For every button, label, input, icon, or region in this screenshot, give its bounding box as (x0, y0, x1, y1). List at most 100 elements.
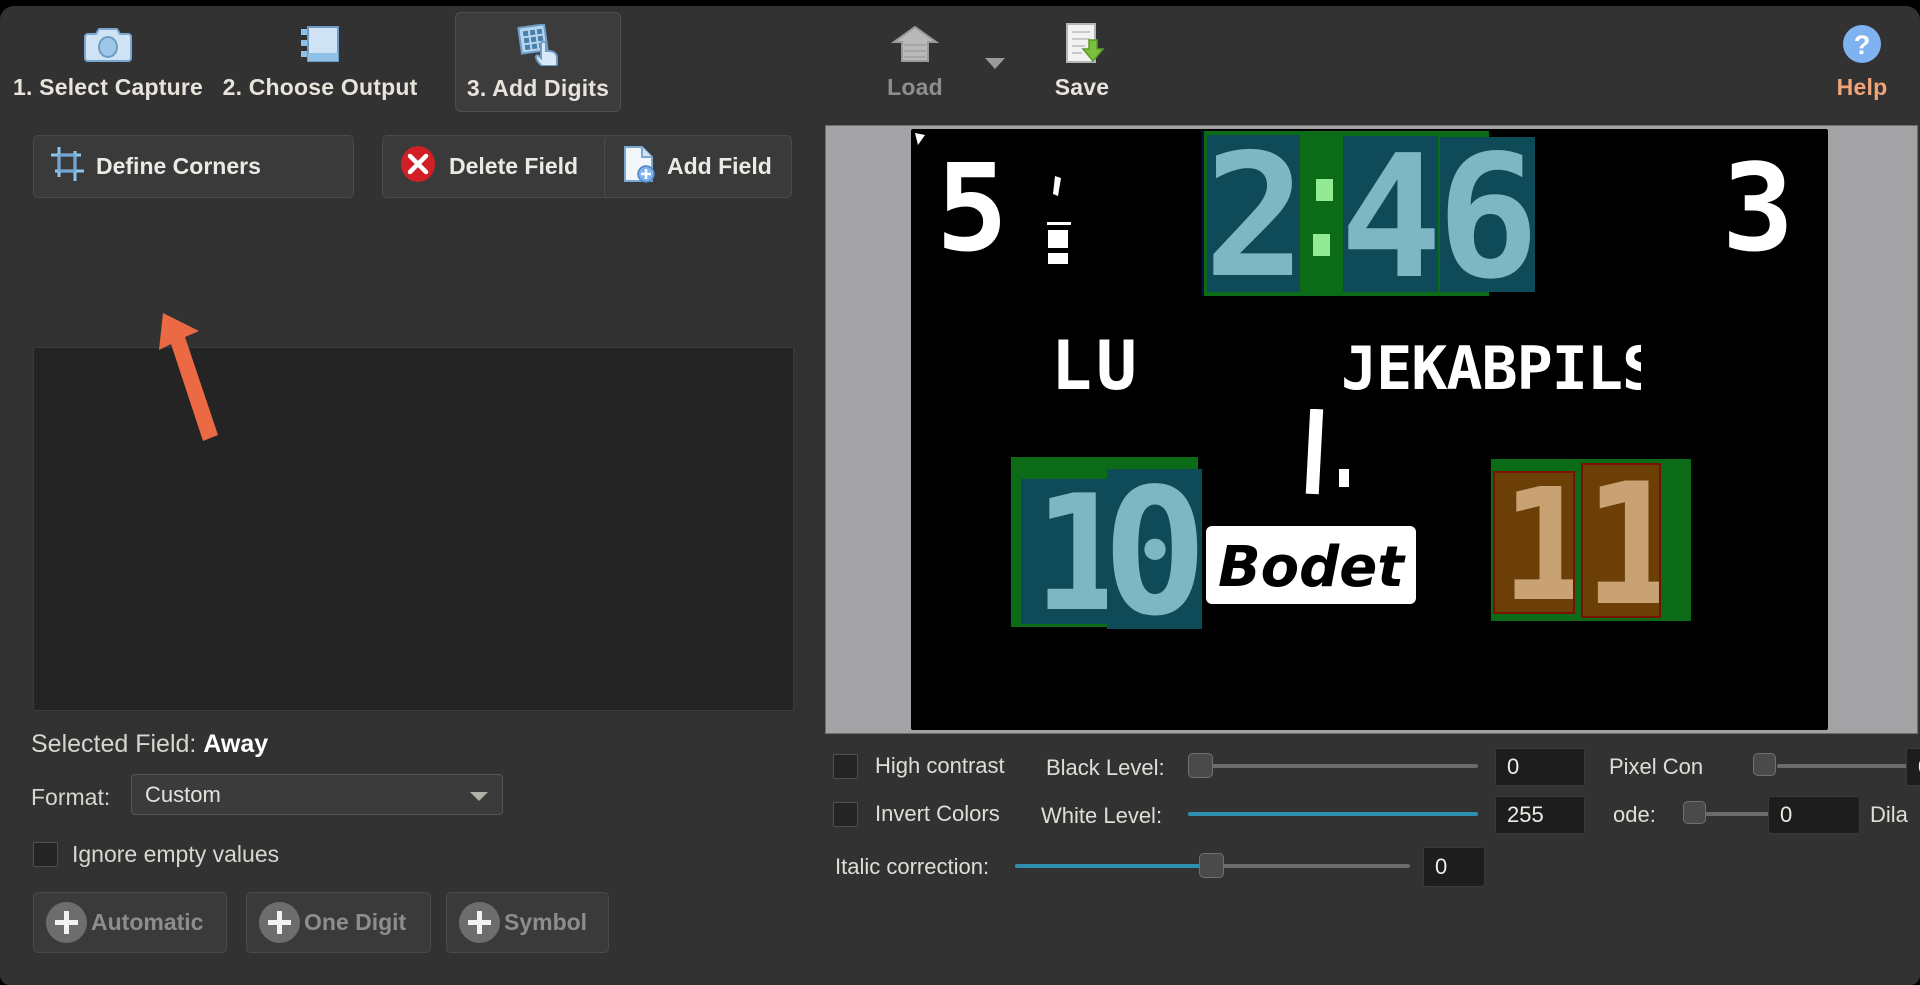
selected-field-row: Selected Field: Away (31, 730, 268, 759)
svg-text:6: 6 (1440, 137, 1535, 292)
scoreboard-artifact (915, 133, 927, 147)
scoreboard-colon-dot (1316, 179, 1333, 201)
white-level-slider[interactable] (1188, 803, 1478, 825)
save-document-icon (1059, 18, 1105, 70)
add-automatic-button[interactable]: Automatic (33, 892, 227, 953)
mode-value[interactable]: 0 (1768, 796, 1860, 834)
italic-correction-slider[interactable] (1015, 853, 1410, 878)
slider-knob[interactable] (1188, 753, 1213, 778)
document-output-icon (298, 18, 342, 70)
red-x-icon (399, 145, 437, 188)
white-level-label: White Level: (1041, 803, 1163, 828)
high-contrast-checkbox[interactable] (833, 753, 858, 779)
load-label: Load (887, 74, 943, 100)
add-field-button[interactable]: Add Field (604, 135, 792, 198)
scoreboard-home-fouls-field[interactable]: 1 0 (1011, 452, 1208, 655)
scoreboard-away-fouls-field[interactable]: 1 1 (1491, 447, 1691, 643)
add-one-digit-button[interactable]: One Digit (246, 892, 431, 953)
ignore-empty-values-checkbox[interactable] (33, 842, 58, 867)
high-contrast-row[interactable]: High contrast (833, 753, 1005, 779)
svg-text:Bodet: Bodet (1218, 535, 1406, 600)
add-symbol-label: Symbol (504, 909, 588, 935)
define-corners-button[interactable]: Define Corners (33, 135, 354, 198)
slider-knob[interactable] (1753, 753, 1776, 776)
add-field-label: Add Field (667, 153, 772, 179)
black-level-value[interactable]: 0 (1495, 748, 1585, 786)
slider-knob[interactable] (1199, 853, 1224, 878)
scoreboard-fouls-digit-box[interactable]: 0 (1102, 452, 1207, 655)
ignore-empty-values-label: Ignore empty values (72, 841, 280, 867)
format-label: Format: (31, 784, 111, 810)
svg-text:LU: LU (1051, 329, 1141, 401)
application-window: 1. Select Capture 2. Choose Output 3. Ad… (0, 6, 1920, 985)
slider-fill (1015, 864, 1211, 868)
chevron-down-icon (470, 792, 488, 801)
capture-viewer[interactable]: 5 2 4 6 3 LU JEKABPILS 1 0 Bodet 1 1 (825, 118, 1918, 734)
italic-correction-value[interactable]: 0 (1423, 847, 1485, 887)
scoreboard-clock-field[interactable]: 2 4 6 (1201, 118, 1539, 317)
scoreboard-period (1296, 408, 1336, 502)
svg-text:2: 2 (1207, 135, 1300, 292)
chevron-down-icon[interactable] (985, 58, 1005, 69)
invert-colors-checkbox[interactable] (833, 801, 858, 827)
scoreboard-brand-logo: Bodet (1206, 526, 1416, 604)
add-digits-icon (515, 19, 561, 71)
scoreboard-clock-digit-box[interactable]: 4 (1340, 119, 1442, 317)
pixel-con-label: Pixel Con (1609, 754, 1704, 779)
save-button[interactable]: Save (1022, 12, 1142, 112)
format-value: Custom (145, 781, 221, 807)
load-button[interactable]: Load (855, 12, 975, 112)
pixel-con-slider[interactable] (1753, 753, 1913, 777)
slider-knob[interactable] (1683, 801, 1706, 824)
scoreboard-clock-digit-box[interactable]: 2 (1204, 118, 1306, 316)
add-symbol-button[interactable]: Symbol (446, 892, 609, 953)
help-button[interactable]: ? Help (1818, 12, 1906, 112)
svg-text:1: 1 (1583, 465, 1659, 616)
scoreboard-away-score: 3 (1721, 140, 1795, 279)
scoreboard-selected-digit-box[interactable]: 1 (1493, 455, 1594, 636)
toolbar-step-add-digits[interactable]: 3. Add Digits (455, 12, 621, 112)
scoreboard-home-score: 5 (935, 140, 1009, 279)
delete-field-label: Delete Field (449, 153, 579, 179)
scoreboard-selected-digit-box[interactable]: 1 (1581, 447, 1684, 643)
pixel-con-value[interactable]: 0 (1906, 748, 1920, 786)
high-contrast-label: High contrast (875, 753, 1005, 778)
delete-field-button[interactable]: Delete Field (382, 135, 612, 198)
toolbar-step-choose-output[interactable]: 2. Choose Output (222, 12, 418, 112)
top-toolbar: 1. Select Capture 2. Choose Output 3. Ad… (0, 6, 1920, 120)
invert-colors-row[interactable]: Invert Colors (833, 801, 1000, 827)
toolbar-step-label: 2. Choose Output (222, 74, 418, 100)
camera-icon (84, 18, 132, 70)
slider-track (1777, 764, 1913, 768)
format-select[interactable]: Custom (131, 774, 503, 815)
help-label: Help (1836, 74, 1888, 100)
slider-fill (1188, 812, 1478, 816)
svg-text:5: 5 (936, 154, 1008, 264)
left-panel: Define Corners Delete Field Add Field Se… (0, 119, 823, 985)
ignore-empty-values-row[interactable]: Ignore empty values (33, 841, 279, 868)
field-preview-area[interactable] (33, 347, 794, 711)
define-corners-label: Define Corners (96, 153, 261, 179)
svg-text:4: 4 (1343, 136, 1438, 292)
svg-text:JEKABPILS: JEKABPILS (1341, 334, 1641, 401)
scoreboard-fouls-digit-box[interactable]: 1 (1021, 460, 1129, 647)
question-mark-icon: ? (1840, 18, 1884, 70)
scoreboard-home-team: LU (1051, 327, 1181, 406)
selected-field-label: Selected Field: (31, 730, 197, 758)
svg-text:1: 1 (1500, 473, 1573, 612)
plus-icon (46, 902, 87, 943)
italic-correction-label: Italic correction: (835, 854, 990, 879)
scoreboard-away-team: JEKABPILS (1341, 329, 1658, 406)
save-label: Save (1054, 74, 1110, 100)
add-document-icon (621, 145, 655, 188)
white-level-value[interactable]: 255 (1495, 796, 1585, 834)
black-level-label: Black Level: (1046, 755, 1165, 780)
svg-text:3: 3 (1722, 154, 1794, 264)
black-level-slider[interactable] (1188, 753, 1478, 778)
scoreboard-clock-digit-box[interactable]: 6 (1437, 119, 1539, 317)
toolbar-step-select-capture[interactable]: 1. Select Capture (10, 12, 206, 112)
crop-corners-icon (50, 146, 85, 187)
slider-track (1188, 764, 1478, 768)
dila-label: Dila (1870, 802, 1908, 827)
add-one-digit-label: One Digit (304, 909, 407, 935)
